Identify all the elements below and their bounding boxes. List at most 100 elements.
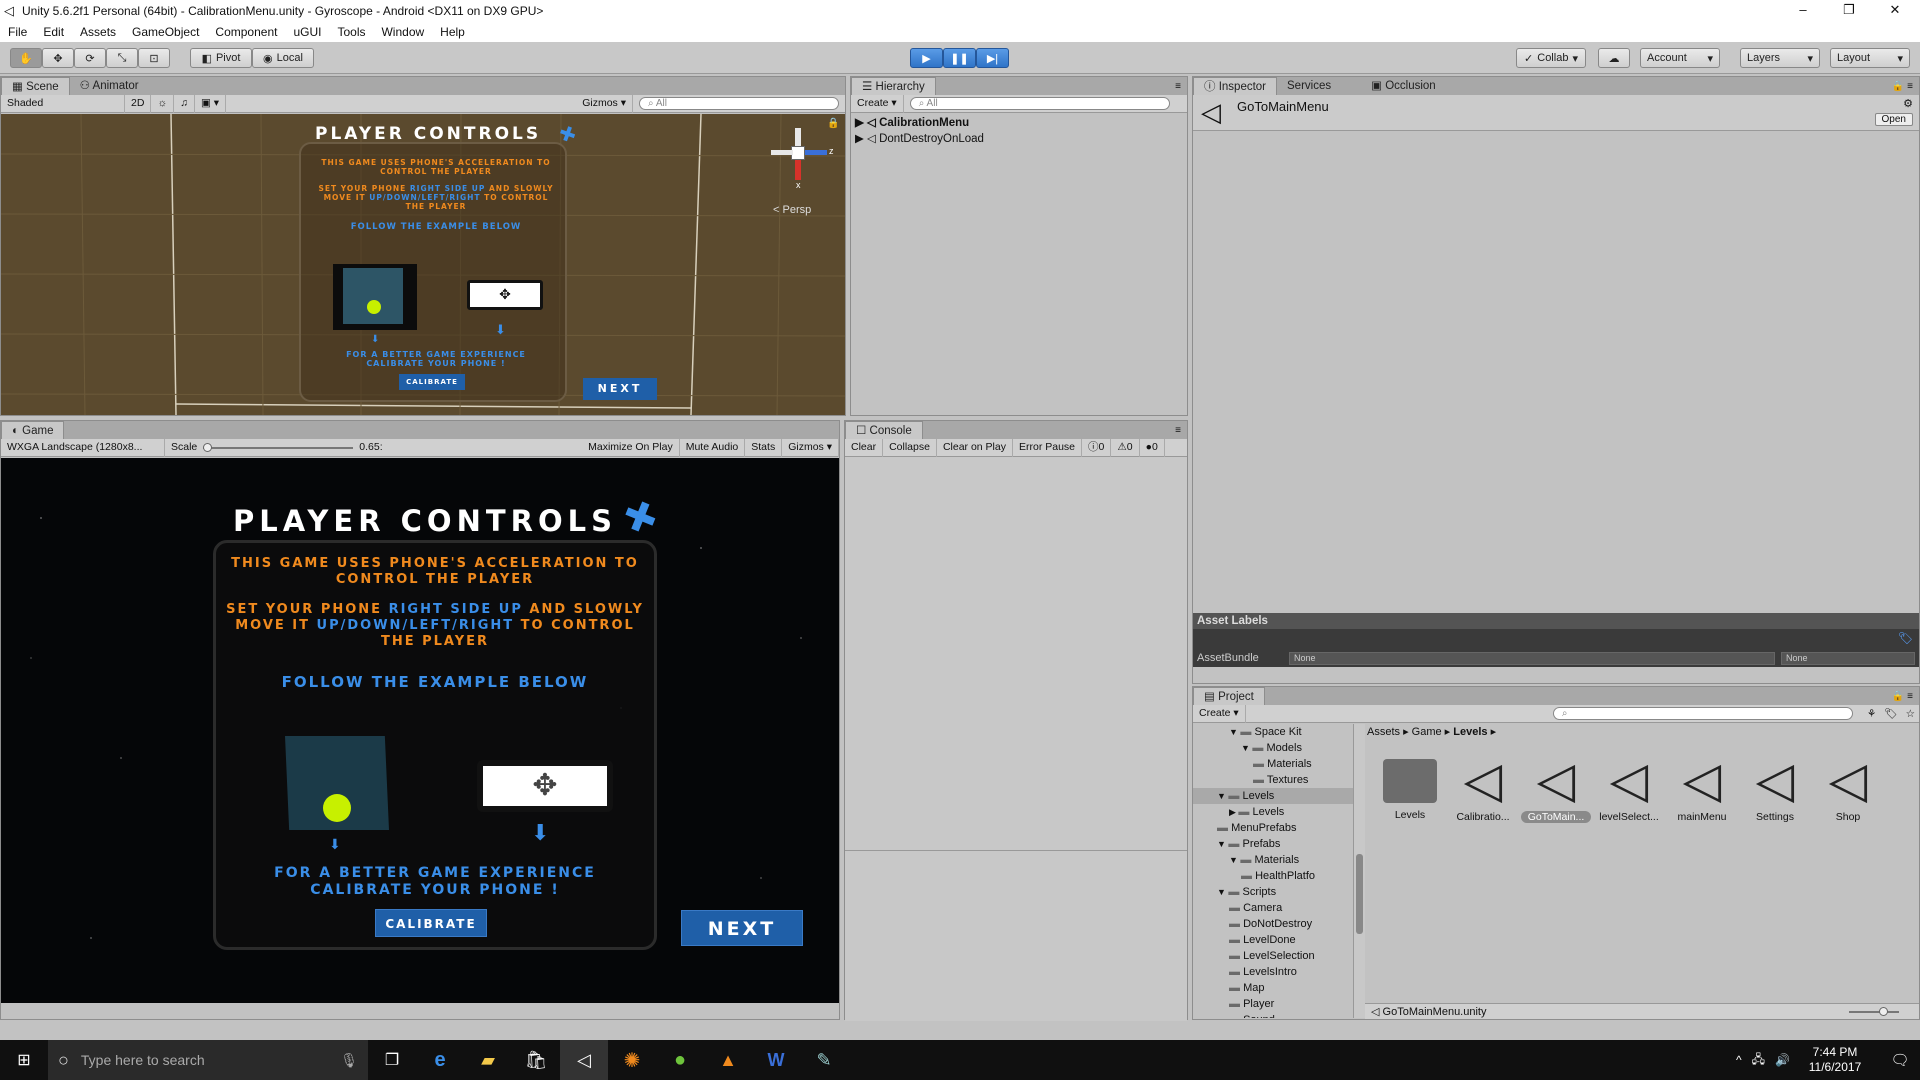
folder-tree-item[interactable]: ▬ Map xyxy=(1193,980,1353,996)
folder-tree-item[interactable]: ▬ LevelSelection xyxy=(1193,948,1353,964)
game-gizmos-dropdown[interactable]: Gizmos ▾ xyxy=(782,438,839,457)
console-clear-on-play-toggle[interactable]: Clear on Play xyxy=(937,438,1013,457)
network-icon[interactable]: 🖧 xyxy=(1752,1050,1765,1071)
toggle-2d-button[interactable]: 2D xyxy=(125,94,152,113)
lock-icon[interactable]: 🔒 ≡ xyxy=(1892,691,1913,702)
console-warning-toggle[interactable]: ⚠0 xyxy=(1111,438,1140,457)
expand-arrow-icon[interactable]: ▼ xyxy=(1217,839,1228,849)
calibrate-button[interactable]: CALIBRATE xyxy=(375,909,487,937)
panel-menu-icon[interactable]: ≡ xyxy=(1175,81,1181,92)
hierarchy-create-button[interactable]: Create ▾ xyxy=(851,94,904,113)
folder-tree-item[interactable]: ▶ ▬ Levels xyxy=(1193,804,1353,820)
folder-tree-item[interactable]: ▼ ▬ Models xyxy=(1193,740,1353,756)
tab-project[interactable]: ▤ Project xyxy=(1193,687,1265,705)
folder-tree-item[interactable]: ▬ Textures xyxy=(1193,772,1353,788)
scene-search-input[interactable]: ⌕ All xyxy=(639,97,839,110)
tab-console[interactable]: ☐ Console xyxy=(845,421,923,439)
folder-tree-item[interactable]: ▬ LevelsIntro xyxy=(1193,964,1353,980)
console-clear-button[interactable]: Clear xyxy=(845,438,884,457)
lighting-toggle-icon[interactable]: ☼ xyxy=(151,94,175,113)
menu-ugui[interactable]: uGUI xyxy=(285,25,329,39)
persp-label[interactable]: < Persp xyxy=(773,204,811,216)
menu-gameobject[interactable]: GameObject xyxy=(124,25,207,39)
folder-tree-item[interactable]: ▬ HealthPlatfo xyxy=(1193,868,1353,884)
project-create-button[interactable]: Create ▾ xyxy=(1193,704,1246,723)
pivot-toggle[interactable]: ◧ Pivot xyxy=(190,48,252,68)
folder-tree-item[interactable]: ▼ ▬ Scripts xyxy=(1193,884,1353,900)
game-viewport[interactable]: PLAYER CONTROLS ✚ THIS GAME USES PHONE'S… xyxy=(1,458,839,1003)
scale-slider-track[interactable] xyxy=(203,442,354,452)
hierarchy-search-input[interactable]: ⌕ All xyxy=(909,97,1170,110)
console-error-toggle[interactable]: ●0 xyxy=(1140,438,1165,457)
mute-audio-toggle[interactable]: Mute Audio xyxy=(680,438,746,457)
folder-tree-item[interactable]: ▼ ▬ Materials xyxy=(1193,852,1353,868)
tab-animator[interactable]: ⚇ Animator xyxy=(70,77,149,95)
folder-tree-item[interactable]: ▬ Sound xyxy=(1193,1012,1353,1018)
collab-dropdown[interactable]: ✓ Collab ▾ xyxy=(1516,48,1586,68)
asset-scene[interactable]: ◁ GoToMain... xyxy=(1521,751,1591,823)
asset-scene[interactable]: ◁ Calibratio... xyxy=(1448,751,1518,823)
effects-toggle-icon[interactable]: ▣ ▾ xyxy=(195,94,227,113)
word-icon[interactable]: W xyxy=(752,1050,800,1071)
local-toggle[interactable]: ◉ Local xyxy=(252,48,314,68)
layers-dropdown[interactable]: Layers ▾ xyxy=(1740,48,1820,68)
expand-arrow-icon[interactable]: ▼ xyxy=(1229,727,1240,737)
favorite-star-icon[interactable]: ☆ xyxy=(1902,708,1919,720)
menu-window[interactable]: Window xyxy=(373,25,432,39)
rotate-tool-button[interactable]: ⟳ xyxy=(74,48,106,68)
breadcrumb-game[interactable]: Game xyxy=(1412,726,1442,738)
vlc-icon[interactable]: ▲ xyxy=(704,1050,752,1071)
edge-browser-icon[interactable]: e xyxy=(416,1049,464,1072)
notification-center-icon[interactable]: 🗨 xyxy=(1880,1051,1920,1069)
gear-icon[interactable]: ⚙ xyxy=(1903,97,1913,110)
menu-edit[interactable]: Edit xyxy=(35,25,72,39)
console-collapse-toggle[interactable]: Collapse xyxy=(883,438,937,457)
menu-help[interactable]: Help xyxy=(432,25,473,39)
paint-icon[interactable]: ✎ xyxy=(800,1050,848,1071)
audio-toggle-icon[interactable]: ♫ xyxy=(174,94,195,113)
resolution-dropdown[interactable]: WXGA Landscape (1280x8... xyxy=(1,438,165,457)
tab-services[interactable]: Services xyxy=(1277,77,1341,95)
expand-arrow-icon[interactable]: ▼ xyxy=(1217,791,1228,801)
minimize-button[interactable]: – xyxy=(1780,0,1826,22)
scale-slider-thumb[interactable] xyxy=(203,442,213,452)
layout-dropdown[interactable]: Layout ▾ xyxy=(1830,48,1910,68)
folder-tree-item[interactable]: ▼ ▬ Space Kit xyxy=(1193,724,1353,740)
folder-tree-item[interactable]: ▬ Materials xyxy=(1193,756,1353,772)
asset-folder[interactable]: Levels xyxy=(1375,751,1445,821)
asset-scene[interactable]: ◁ Settings xyxy=(1740,751,1810,823)
move-tool-button[interactable]: ✥ xyxy=(42,48,74,68)
expand-arrow-icon[interactable]: ▼ xyxy=(1241,743,1252,753)
project-search-input[interactable]: ⌕ xyxy=(1552,707,1853,720)
console-error-pause-toggle[interactable]: Error Pause xyxy=(1013,438,1083,457)
assetbundle-dropdown[interactable]: None xyxy=(1289,651,1775,665)
blender-icon[interactable]: ✺ xyxy=(608,1048,656,1073)
tab-inspector[interactable]: ⓘ Inspector xyxy=(1193,77,1278,95)
rect-tool-button[interactable]: ⊡ xyxy=(138,48,170,68)
step-button[interactable]: ▶| xyxy=(976,48,1009,68)
folder-tree-item[interactable]: ▬ LevelDone xyxy=(1193,932,1353,948)
folder-tree-item[interactable]: ▬ Player xyxy=(1193,996,1353,1012)
gizmos-dropdown[interactable]: Gizmos ▾ xyxy=(576,94,633,113)
tree-scrollbar-thumb[interactable] xyxy=(1356,854,1363,934)
label-tag-icon[interactable]: 🏷 xyxy=(1898,631,1913,645)
scale-tool-button[interactable]: ⤡ xyxy=(106,48,138,68)
menu-file[interactable]: File xyxy=(0,25,35,39)
breadcrumb-assets[interactable]: Assets xyxy=(1367,726,1400,738)
tab-scene[interactable]: ▦ Scene xyxy=(1,77,70,95)
utorrent-icon[interactable]: ● xyxy=(656,1049,704,1072)
menu-component[interactable]: Component xyxy=(207,25,285,39)
icon-size-slider[interactable] xyxy=(1849,1007,1899,1016)
store-icon[interactable]: 🛍 xyxy=(512,1050,560,1071)
variant-dropdown[interactable]: None xyxy=(1781,651,1915,665)
scale-slider[interactable]: Scale 0.65: xyxy=(165,439,397,457)
open-button[interactable]: Open xyxy=(1874,113,1913,126)
menu-assets[interactable]: Assets xyxy=(72,25,124,39)
lock-icon[interactable]: 🔒 xyxy=(827,118,839,129)
tray-chevron-icon[interactable]: ^ xyxy=(1736,1053,1742,1067)
unity-taskbar-icon[interactable]: ◁ xyxy=(560,1040,608,1080)
task-view-icon[interactable]: ❐ xyxy=(368,1050,416,1070)
windows-start-icon[interactable]: ⊞ xyxy=(0,1050,48,1070)
asset-scene[interactable]: ◁ Shop xyxy=(1813,751,1883,823)
console-log-list[interactable] xyxy=(845,457,1187,851)
